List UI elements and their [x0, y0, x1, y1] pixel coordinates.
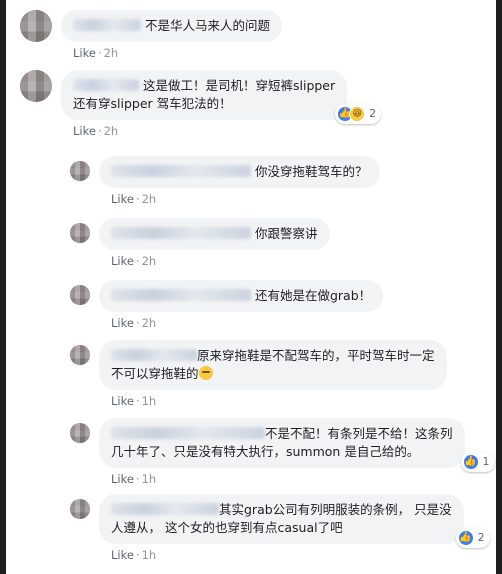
timestamp[interactable]: 2h — [142, 192, 157, 206]
reply-text-line-2: 不可以穿拖鞋的 — [111, 366, 199, 381]
commenter-name[interactable] — [111, 349, 197, 361]
timestamp[interactable]: 2h — [142, 254, 157, 268]
separator-dot: · — [97, 46, 102, 60]
separator-dot: · — [135, 316, 140, 330]
reply-text: 你跟警察讲 — [254, 226, 318, 241]
timestamp[interactable]: 1h — [142, 394, 157, 408]
reply-meta: Like · 2h — [111, 316, 383, 330]
reply-bubble: 还有她是在做grab！ — [99, 280, 384, 312]
comment-bubble: 这是做工！是司机！穿短裤slipper 还有穿slipper 驾车犯法的！ 👍 … — [61, 70, 382, 124]
comment-text-line-2: 还有穿slipper 驾车犯法的！ — [73, 96, 232, 111]
reply-5: 不是不配！有条列是不给！这条列 几十年了、只是没有特大执行，summon 是自己… — [70, 418, 495, 486]
reply-text-line-1: 原来穿拖鞋是不配驾车的，平时驾车时一定 — [197, 348, 435, 363]
reply-bubble: 原来穿拖鞋是不配驾车的，平时驾车时一定 不可以穿拖鞋的 — [99, 340, 447, 390]
comment-2: 这是做工！是司机！穿短裤slipper 还有穿slipper 驾车犯法的！ 👍 … — [20, 70, 382, 138]
avatar[interactable] — [20, 10, 52, 42]
thinking-emoji-icon — [198, 366, 213, 380]
reply-text-line-1: 不是不配！有条列是不给！这条列 — [265, 426, 453, 441]
commenter-name[interactable] — [111, 227, 251, 239]
reaction-count: 1 — [482, 455, 490, 468]
reply-text-line-2: 几十年了、只是没有特大执行，summon 是自己给的。 — [111, 444, 420, 459]
commenter-name[interactable] — [73, 79, 139, 91]
commenter-name[interactable] — [73, 19, 141, 31]
separator-dot: · — [97, 124, 102, 138]
like-button[interactable]: Like — [111, 548, 134, 562]
comment-meta: Like · 2h — [73, 124, 347, 138]
reactions-summary[interactable]: 👍 😆 2 — [335, 104, 382, 124]
reactions-summary[interactable]: 👍 2 — [455, 528, 490, 548]
avatar[interactable] — [70, 223, 90, 243]
reply-2: 你跟警察讲 Like · 2h — [70, 218, 330, 268]
reply-meta: Like · 1h — [111, 472, 465, 486]
commenter-name[interactable] — [111, 165, 251, 177]
reply-text-line-1: 其实grab公司有列明服装的条例， 只是没 — [219, 502, 452, 517]
avatar[interactable] — [70, 499, 90, 519]
like-button[interactable]: Like — [73, 46, 96, 60]
separator-dot: · — [135, 548, 140, 562]
separator-dot: · — [135, 192, 140, 206]
reactions-summary[interactable]: 👍 1 — [460, 452, 495, 472]
reply-meta: Like · 2h — [111, 192, 380, 206]
reply-meta: Like · 2h — [111, 254, 330, 268]
commenter-name[interactable] — [111, 289, 251, 301]
timestamp[interactable]: 2h — [142, 316, 157, 330]
separator-dot: · — [135, 254, 140, 268]
separator-dot: · — [135, 394, 140, 408]
commenter-name[interactable] — [111, 427, 265, 439]
reply-text: 还有她是在做grab！ — [254, 288, 372, 303]
reply-bubble: 你跟警察讲 — [99, 218, 330, 250]
reply-bubble: 不是不配！有条列是不给！这条列 几十年了、只是没有特大执行，summon 是自己… — [99, 418, 495, 472]
separator-dot: · — [135, 472, 140, 486]
like-reaction-icon: 👍 — [462, 454, 479, 470]
like-button[interactable]: Like — [73, 124, 96, 138]
reply-meta: Like · 1h — [111, 394, 447, 408]
avatar[interactable] — [70, 345, 90, 365]
reply-6: 其实grab公司有列明服装的条例， 只是没 人遵从， 这个女的也穿到有点casu… — [70, 494, 490, 562]
like-button[interactable]: Like — [111, 254, 134, 268]
reply-4: 原来穿拖鞋是不配驾车的，平时驾车时一定 不可以穿拖鞋的 Like · 1h — [70, 340, 447, 408]
timestamp[interactable]: 1h — [142, 472, 157, 486]
avatar[interactable] — [20, 70, 52, 102]
like-button[interactable]: Like — [111, 472, 134, 486]
reply-text: 你没穿拖鞋驾车的？ — [254, 164, 368, 179]
avatar[interactable] — [70, 423, 90, 443]
timestamp[interactable]: 2h — [104, 46, 119, 60]
comment-1: 不是华人马来人的问题 Like · 2h — [20, 10, 282, 60]
reply-text-line-2: 人遵从， 这个女的也穿到有点casual了吧 — [111, 520, 343, 535]
reaction-count: 2 — [369, 107, 377, 120]
timestamp[interactable]: 2h — [104, 124, 119, 138]
reply-bubble: 其实grab公司有列明服装的条例， 只是没 人遵从， 这个女的也穿到有点casu… — [99, 494, 490, 548]
reply-1: 你没穿拖鞋驾车的？ Like · 2h — [70, 156, 380, 206]
comment-text-line-1: 这是做工！是司机！穿短裤slipper — [142, 78, 336, 93]
reaction-count: 2 — [477, 531, 485, 544]
avatar[interactable] — [70, 285, 90, 305]
comment-meta: Like · 2h — [73, 46, 282, 60]
reply-bubble: 你没穿拖鞋驾车的？ — [99, 156, 380, 188]
like-reaction-icon: 👍 — [457, 530, 474, 546]
reply-3: 还有她是在做grab！ Like · 2h — [70, 280, 384, 330]
haha-reaction-icon: 😆 — [349, 106, 366, 122]
like-button[interactable]: Like — [111, 192, 134, 206]
comment-bubble: 不是华人马来人的问题 — [61, 10, 282, 42]
like-button[interactable]: Like — [111, 394, 134, 408]
reply-meta: Like · 1h — [111, 548, 464, 562]
commenter-name[interactable] — [111, 503, 219, 515]
avatar[interactable] — [70, 161, 90, 181]
like-button[interactable]: Like — [111, 316, 134, 330]
comments-panel: 不是华人马来人的问题 Like · 2h 这是做工！是司机！穿短裤slipper 还… — [6, 0, 496, 574]
timestamp[interactable]: 1h — [142, 548, 157, 562]
comment-text: 不是华人马来人的问题 — [144, 18, 270, 33]
